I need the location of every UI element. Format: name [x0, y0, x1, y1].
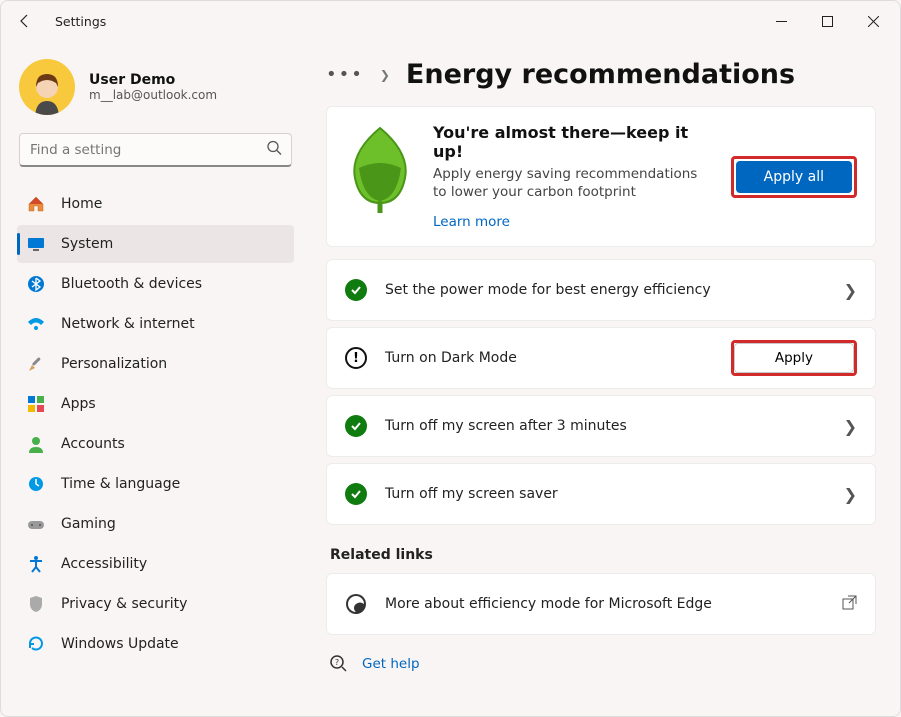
sidebar-item-system[interactable]: System — [17, 225, 294, 263]
titlebar: Settings — [1, 1, 900, 41]
leaf-icon — [345, 123, 415, 213]
chevron-right-icon: ❯ — [380, 68, 390, 82]
apps-icon — [27, 395, 45, 413]
person-icon — [27, 435, 45, 453]
maximize-button[interactable] — [804, 5, 850, 37]
recommendation-row[interactable]: Set the power mode for best energy effic… — [326, 259, 876, 321]
sidebar-item-label: Time & language — [61, 476, 180, 492]
learn-more-link[interactable]: Learn more — [433, 214, 510, 230]
sidebar-item-network[interactable]: Network & internet — [17, 305, 294, 343]
wifi-icon — [27, 315, 45, 333]
recommendation-label: Turn on Dark Mode — [385, 350, 713, 366]
sidebar-item-label: Personalization — [61, 356, 167, 372]
related-link-row[interactable]: More about efficiency mode for Microsoft… — [326, 573, 876, 635]
back-button[interactable] — [13, 9, 37, 33]
sidebar-item-apps[interactable]: Apps — [17, 385, 294, 423]
recommendation-row[interactable]: Turn off my screen saver ❯ — [326, 463, 876, 525]
recommendation-label: Turn off my screen saver — [385, 486, 826, 502]
sidebar-item-label: Windows Update — [61, 636, 179, 652]
search-box — [19, 133, 292, 167]
alert-icon: ! — [345, 347, 367, 369]
breadcrumb: ••• ❯ Energy recommendations — [326, 59, 876, 90]
help-icon: ? — [330, 655, 348, 673]
sidebar-item-label: Accounts — [61, 436, 125, 452]
edge-icon — [345, 593, 367, 615]
house-icon — [27, 195, 45, 213]
related-link-label: More about efficiency mode for Microsoft… — [385, 596, 824, 612]
sidebar: User Demo m__lab@outlook.com Home System… — [1, 41, 306, 716]
profile[interactable]: User Demo m__lab@outlook.com — [19, 59, 292, 115]
sidebar-item-time[interactable]: Time & language — [17, 465, 294, 503]
sidebar-item-update[interactable]: Windows Update — [17, 625, 294, 663]
paintbrush-icon — [27, 355, 45, 373]
avatar — [19, 59, 75, 115]
check-icon — [345, 415, 367, 437]
main-content: ••• ❯ Energy recommendations You're almo… — [306, 41, 900, 716]
sidebar-item-accessibility[interactable]: Accessibility — [17, 545, 294, 583]
recommendation-row[interactable]: Turn off my screen after 3 minutes ❯ — [326, 395, 876, 457]
sidebar-item-label: Accessibility — [61, 556, 147, 572]
sidebar-item-label: Network & internet — [61, 316, 195, 332]
hero-description: Apply energy saving recommendations to l… — [433, 165, 713, 201]
apply-button[interactable]: Apply — [734, 343, 854, 373]
gamepad-icon — [27, 515, 45, 533]
related-links-header: Related links — [330, 547, 876, 563]
search-icon — [267, 141, 282, 160]
sidebar-item-label: Apps — [61, 396, 96, 412]
chevron-right-icon: ❯ — [844, 417, 857, 436]
hero-card: You're almost there—keep it up! Apply en… — [326, 106, 876, 247]
nav-list: Home System Bluetooth & devices Network … — [17, 185, 294, 663]
page-title: Energy recommendations — [406, 59, 795, 90]
accessibility-icon — [27, 555, 45, 573]
close-button[interactable] — [850, 5, 896, 37]
external-link-icon[interactable] — [842, 595, 857, 614]
sidebar-item-label: Home — [61, 196, 102, 212]
hero-title: You're almost there—keep it up! — [433, 123, 713, 161]
sidebar-item-label: System — [61, 236, 113, 252]
chevron-right-icon: ❯ — [844, 281, 857, 300]
apply-all-button[interactable]: Apply all — [736, 161, 852, 193]
sidebar-item-gaming[interactable]: Gaming — [17, 505, 294, 543]
app-title: Settings — [55, 14, 106, 29]
svg-text:?: ? — [335, 658, 339, 667]
sidebar-item-home[interactable]: Home — [17, 185, 294, 223]
sidebar-item-label: Gaming — [61, 516, 116, 532]
shield-icon — [27, 595, 45, 613]
bluetooth-icon — [27, 275, 45, 293]
user-name: User Demo — [89, 72, 217, 88]
check-icon — [345, 279, 367, 301]
recommendation-label: Turn off my screen after 3 minutes — [385, 418, 826, 434]
sidebar-item-personalization[interactable]: Personalization — [17, 345, 294, 383]
highlight-box: Apply all — [731, 156, 857, 198]
monitor-icon — [27, 235, 45, 253]
globe-clock-icon — [27, 475, 45, 493]
breadcrumb-overflow-button[interactable]: ••• — [326, 64, 364, 85]
chevron-right-icon: ❯ — [844, 485, 857, 504]
sidebar-item-accounts[interactable]: Accounts — [17, 425, 294, 463]
sidebar-item-label: Privacy & security — [61, 596, 187, 612]
sidebar-item-bluetooth[interactable]: Bluetooth & devices — [17, 265, 294, 303]
get-help-row[interactable]: ? Get help — [330, 655, 876, 673]
minimize-button[interactable] — [758, 5, 804, 37]
recommendation-row[interactable]: ! Turn on Dark Mode Apply — [326, 327, 876, 389]
sidebar-item-label: Bluetooth & devices — [61, 276, 202, 292]
update-icon — [27, 635, 45, 653]
recommendation-label: Set the power mode for best energy effic… — [385, 282, 826, 298]
user-email: m__lab@outlook.com — [89, 88, 217, 102]
check-icon — [345, 483, 367, 505]
get-help-link[interactable]: Get help — [362, 656, 420, 672]
sidebar-item-privacy[interactable]: Privacy & security — [17, 585, 294, 623]
highlight-box: Apply — [731, 340, 857, 376]
search-input[interactable] — [19, 133, 292, 167]
